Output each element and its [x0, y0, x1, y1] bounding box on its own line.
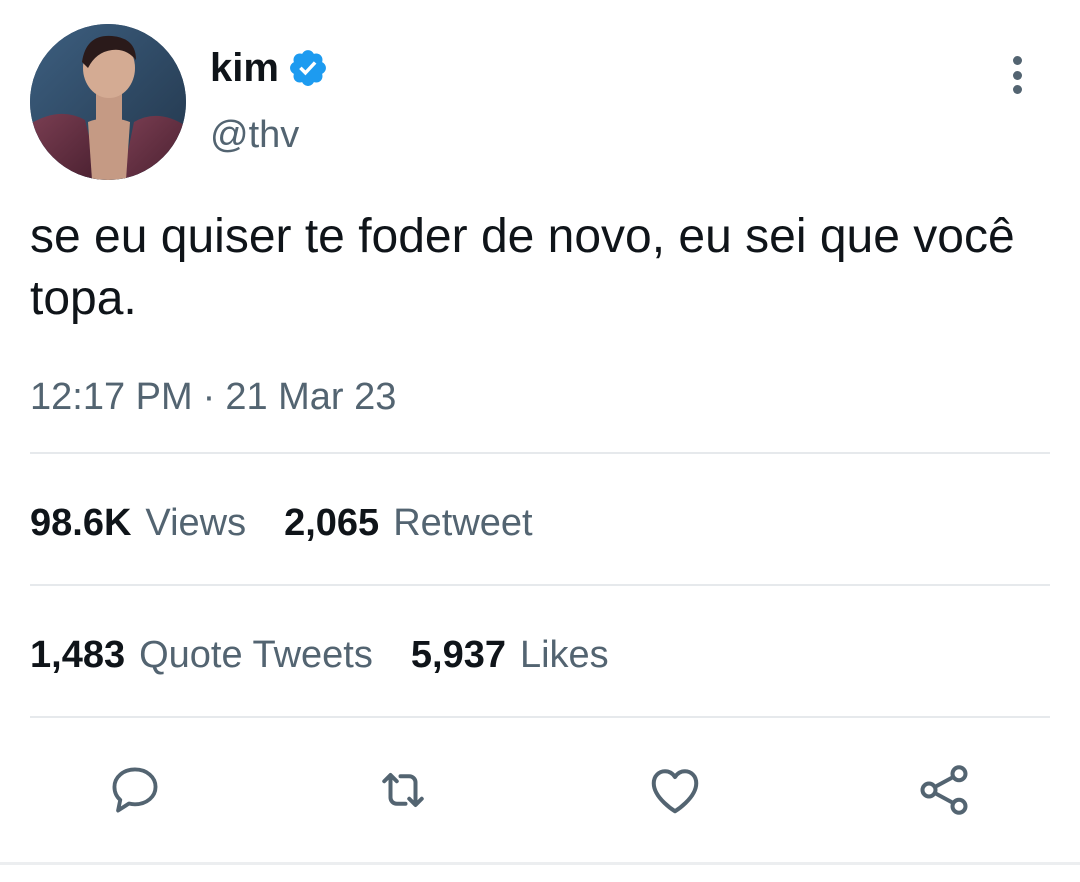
views-stat[interactable]: 98.6K Views	[30, 496, 246, 550]
tweet-timestamp[interactable]: 12:17 PM · 21 Mar 23	[30, 370, 396, 424]
likes-count: 5,937	[410, 634, 506, 676]
verified-badge-icon	[287, 47, 329, 89]
stats-row-quotes-likes: 1,483 Quote Tweets 5,937 Likes	[30, 628, 647, 682]
divider	[30, 716, 1050, 718]
retweets-label: Retweet	[393, 502, 533, 544]
quotes-count: 1,483	[30, 634, 126, 676]
stats-row-views-retweets: 98.6K Views 2,065 Retweet	[30, 496, 571, 550]
tweet-detail: kim @thv se eu quiser te foder de novo, …	[0, 0, 1080, 882]
avatar-image	[30, 24, 186, 180]
likes-stat[interactable]: 5,937 Likes	[411, 628, 609, 682]
display-name[interactable]: kim	[210, 40, 279, 96]
more-dot	[1012, 56, 1022, 65]
tweet-date: 21 Mar 23	[225, 376, 397, 418]
tweet-time: 12:17 PM	[30, 376, 193, 418]
retweets-count: 2,065	[284, 502, 380, 544]
views-label: Views	[145, 502, 247, 544]
likes-label: Likes	[519, 634, 609, 676]
timestamp-separator: ·	[202, 376, 216, 418]
avatar[interactable]	[30, 24, 186, 180]
more-dot	[1012, 70, 1022, 80]
heart-icon[interactable]	[645, 760, 705, 820]
retweet-icon[interactable]	[373, 760, 433, 820]
retweets-stat[interactable]: 2,065 Retweet	[284, 496, 533, 550]
quotes-stat[interactable]: 1,483 Quote Tweets	[30, 628, 373, 682]
tweet-text: se eu quiser te foder de novo, eu sei qu…	[30, 210, 1015, 325]
bottom-divider	[0, 862, 1080, 865]
reply-icon[interactable]	[105, 760, 165, 820]
divider	[30, 584, 1050, 586]
quotes-label: Quote Tweets	[139, 634, 373, 676]
action-bar	[0, 760, 1080, 822]
more-dot	[1012, 85, 1022, 94]
user-handle[interactable]: @thv	[210, 108, 299, 162]
share-icon[interactable]	[914, 760, 974, 820]
divider	[30, 452, 1050, 454]
more-vertical-icon[interactable]	[1002, 52, 1032, 98]
views-count: 98.6K	[30, 502, 132, 544]
name-row: kim	[210, 40, 329, 96]
